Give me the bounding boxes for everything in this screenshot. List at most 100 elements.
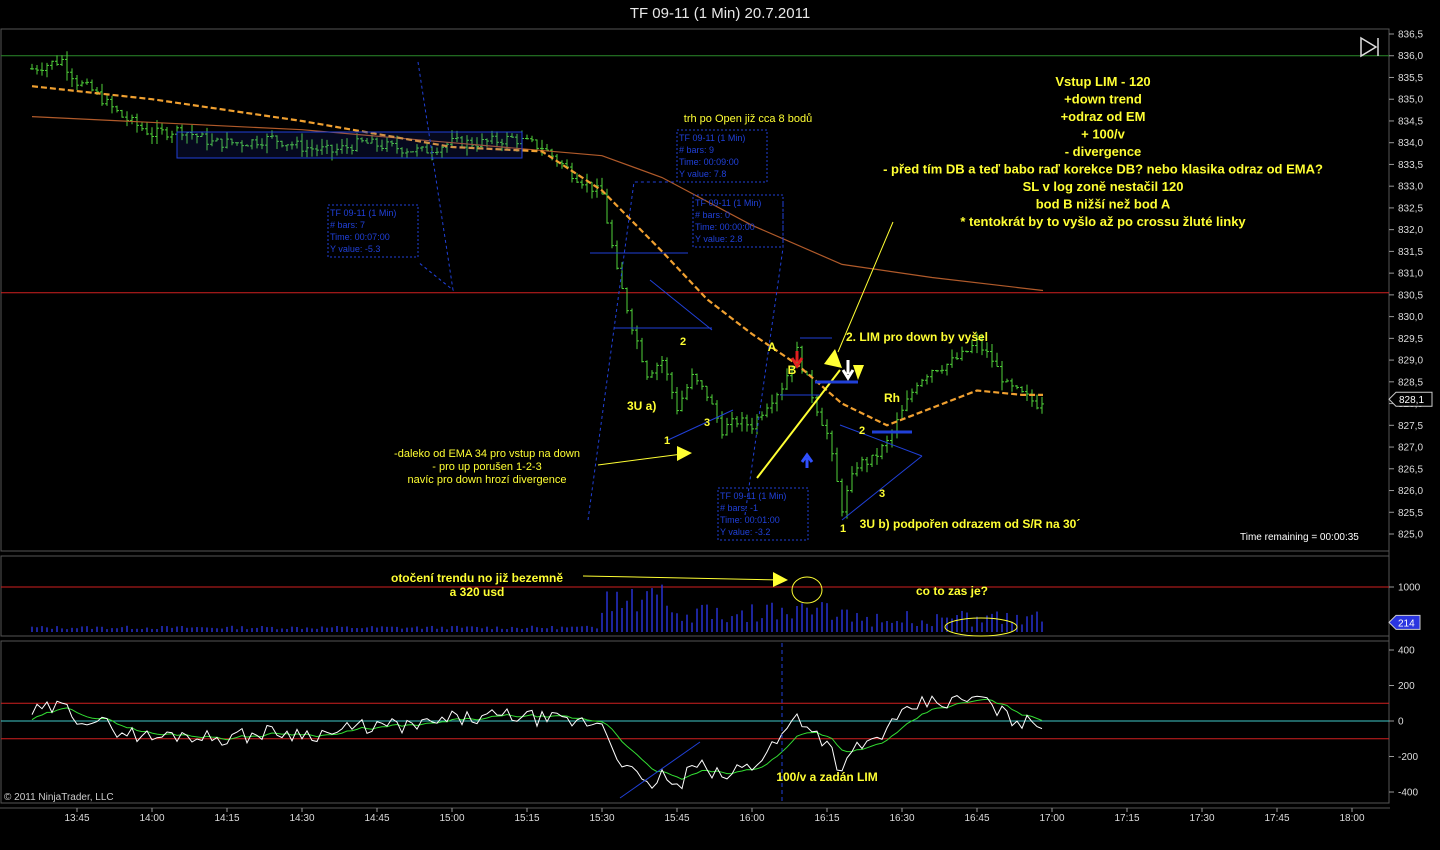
price-tick-label: 829,5 xyxy=(1398,334,1423,345)
osc-tick-label: 200 xyxy=(1398,681,1415,692)
osc-tick-label: -200 xyxy=(1398,752,1418,763)
pivot-label: 1 xyxy=(664,435,670,447)
ema-note-line: navíc pro down hrozí divergence xyxy=(408,474,567,486)
time-tick-label: 17:15 xyxy=(1114,813,1139,824)
price-tick-label: 829,0 xyxy=(1398,356,1423,367)
volume-note-line: otočení trendu no již bezemně xyxy=(391,571,563,585)
volume-panel[interactable] xyxy=(0,555,1390,637)
pivot-label: 1 xyxy=(840,523,846,535)
time-tick-label: 16:15 xyxy=(814,813,839,824)
osc-tick-label: -400 xyxy=(1398,788,1418,799)
consolidation-box xyxy=(176,131,523,159)
price-tick-label: 830,0 xyxy=(1398,312,1423,323)
price-tick-label: 828,5 xyxy=(1398,377,1423,388)
oscillator-panel[interactable] xyxy=(0,640,1390,804)
price-panel[interactable] xyxy=(0,28,1390,552)
main-annotation-line: SL v log zoně nestačil 120 xyxy=(1023,179,1184,194)
info-box-text: # bars: -1 xyxy=(720,503,758,513)
info-box-text: TF 09-11 (1 Min) xyxy=(720,491,786,501)
skip-end-icon xyxy=(1360,36,1379,58)
current-volume-label: 214 xyxy=(1398,618,1415,629)
ema-note-line: -daleko od EMA 34 pro vstup na down xyxy=(394,448,580,460)
price-tick-label: 835,0 xyxy=(1398,95,1423,106)
time-tick-label: 14:45 xyxy=(364,813,389,824)
copyright-text: © 2011 NinjaTrader, LLC xyxy=(4,792,114,803)
time-tick-label: 16:45 xyxy=(964,813,989,824)
osc-tick-label: 0 xyxy=(1398,717,1404,728)
price-tick-label: 831,0 xyxy=(1398,269,1423,280)
time-tick-label: 13:45 xyxy=(64,813,89,824)
info-box-text: TF 09-11 (1 Min) xyxy=(695,198,761,208)
volume-question-note: co to zas je? xyxy=(916,584,988,598)
price-tick-label: 834,0 xyxy=(1398,138,1423,149)
price-tick-label: 825,5 xyxy=(1398,508,1423,519)
oscillator-note: 100/v a zadán LIM xyxy=(776,770,877,784)
main-annotation-line: +odraz od EM xyxy=(1061,109,1146,124)
time-tick-label: 18:00 xyxy=(1339,813,1364,824)
info-box-text: # bars: 0 xyxy=(695,210,730,220)
ema-note-line: - pro up porušen 1-2-3 xyxy=(432,461,541,473)
time-tick-label: 15:45 xyxy=(664,813,689,824)
info-box-text: TF 09-11 (1 Min) xyxy=(330,208,396,218)
pivot-label: 3 xyxy=(704,417,710,429)
label-3u-a: 3U a) xyxy=(627,399,656,413)
label-point-b: B xyxy=(788,363,797,377)
time-tick-label: 16:30 xyxy=(889,813,914,824)
time-tick-label: 17:45 xyxy=(1264,813,1289,824)
price-tick-label: 832,0 xyxy=(1398,225,1423,236)
time-tick-label: 16:00 xyxy=(739,813,764,824)
main-annotation-line: Vstup LIM - 120 xyxy=(1055,74,1150,89)
time-tick-label: 15:30 xyxy=(589,813,614,824)
open-note: trh po Open již cca 8 bodů xyxy=(684,113,812,125)
info-box-text: # bars: 7 xyxy=(330,220,365,230)
main-annotation-line: +down trend xyxy=(1064,92,1142,107)
pivot-label: 3 xyxy=(879,488,885,500)
scroll-to-end-button[interactable] xyxy=(1358,36,1382,58)
price-tick-label: 826,0 xyxy=(1398,486,1423,497)
time-tick-label: 14:30 xyxy=(289,813,314,824)
info-box-text: TF 09-11 (1 Min) xyxy=(679,133,745,143)
price-tick-label: 834,5 xyxy=(1398,116,1423,127)
info-box-text: Time: 00:00:00 xyxy=(695,222,755,232)
info-box-text: Y value: -5.3 xyxy=(330,244,380,254)
price-tick-label: 835,5 xyxy=(1398,73,1423,84)
main-annotation-line: - divergence xyxy=(1065,144,1142,159)
info-box-text: Y value: -3.2 xyxy=(720,527,770,537)
time-tick-label: 17:00 xyxy=(1039,813,1064,824)
time-tick-label: 15:00 xyxy=(439,813,464,824)
main-annotation-line: - před tím DB a teď babo raď korekce DB?… xyxy=(883,162,1323,177)
osc-tick-label: 400 xyxy=(1398,646,1415,657)
pivot-label: 2 xyxy=(859,425,865,437)
price-tick-label: 830,5 xyxy=(1398,290,1423,301)
price-tick-label: 833,5 xyxy=(1398,160,1423,171)
pivot-label: 2 xyxy=(680,336,686,348)
lim-note: 2. LIM pro down by vyšel xyxy=(846,330,988,344)
time-tick-label: 17:30 xyxy=(1189,813,1214,824)
main-annotation-line: + 100/v xyxy=(1081,127,1126,142)
label-point-a: A xyxy=(768,340,777,354)
volume-note-line: a 320 usd xyxy=(450,585,505,599)
time-tick-label: 14:15 xyxy=(214,813,239,824)
info-box-text: Y value: 7.8 xyxy=(679,169,726,179)
time-tick-label: 14:00 xyxy=(139,813,164,824)
current-price-label: 828,1 xyxy=(1399,395,1424,406)
info-box-text: Time: 00:07:00 xyxy=(330,232,390,242)
label-rh: Rh xyxy=(884,391,900,405)
price-tick-label: 833,0 xyxy=(1398,182,1423,193)
price-tick-label: 827,0 xyxy=(1398,443,1423,454)
volume-tick-label: 1000 xyxy=(1398,583,1421,594)
price-tick-label: 827,5 xyxy=(1398,421,1423,432)
price-tick-label: 825,0 xyxy=(1398,530,1423,541)
support-note: 3U b) podpořen odrazem od S/R na 30´ xyxy=(860,517,1081,531)
chart-canvas[interactable]: 836,5 836,0 835,5 835,0 834,5 834,0 833,5 833,0… xyxy=(0,0,1440,850)
main-annotation-line: * tentokrát by to vyšlo až po crossu žlu… xyxy=(960,214,1246,229)
info-box-text: Time: 00:09:00 xyxy=(679,157,739,167)
main-annotation-line: bod B nižší než bod A xyxy=(1036,197,1171,212)
price-tick-label: 836,0 xyxy=(1398,51,1423,62)
price-tick-label: 831,5 xyxy=(1398,247,1423,258)
price-tick-label: 832,5 xyxy=(1398,203,1423,214)
price-tick-label: 826,5 xyxy=(1398,464,1423,475)
time-remaining-text: Time remaining = 00:00:35 xyxy=(1240,532,1359,543)
info-box-text: Time: 00:01:00 xyxy=(720,515,780,525)
price-tick-label: 836,5 xyxy=(1398,30,1423,41)
